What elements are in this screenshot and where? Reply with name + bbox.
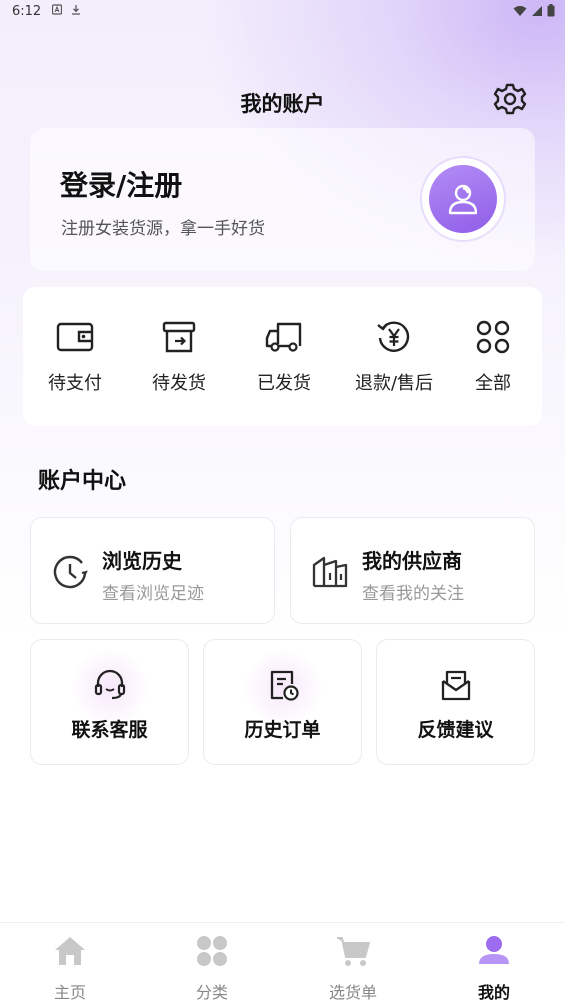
notification-a-icon bbox=[52, 4, 62, 15]
category-icon bbox=[197, 936, 227, 966]
nav-category[interactable]: 分类 bbox=[162, 933, 262, 1003]
settings-button[interactable] bbox=[491, 80, 529, 118]
order-history-card[interactable]: 历史订单 bbox=[203, 639, 362, 765]
headset-icon bbox=[94, 669, 126, 700]
order-label: 全部 bbox=[475, 373, 511, 394]
login-title[interactable]: 登录/注册 bbox=[60, 164, 182, 204]
signal-icon bbox=[532, 5, 542, 16]
feedback-card[interactable]: 反馈建议 bbox=[376, 639, 535, 765]
login-subtitle: 注册女装货源，拿一手好货 bbox=[61, 219, 265, 239]
refund-icon bbox=[377, 321, 410, 352]
download-icon bbox=[72, 5, 80, 15]
my-suppliers-card[interactable]: 我的供应商 查看我的关注 bbox=[290, 517, 535, 624]
card-label: 反馈建议 bbox=[417, 719, 494, 741]
nav-home[interactable]: 主页 bbox=[20, 933, 120, 1003]
status-bar: 6:12 bbox=[0, 0, 565, 24]
nav-profile[interactable]: 我的 bbox=[444, 933, 544, 1003]
order-refund[interactable]: 退款/售后 bbox=[344, 317, 444, 395]
card-subtitle: 查看我的关注 bbox=[362, 584, 464, 604]
login-card[interactable]: 登录/注册 注册女装货源，拿一手好货 bbox=[30, 128, 535, 271]
cart-icon bbox=[337, 937, 370, 966]
user-avatar-icon bbox=[448, 184, 478, 215]
user-icon bbox=[479, 936, 509, 964]
browse-history-card[interactable]: 浏览历史 查看浏览足迹 bbox=[30, 517, 275, 624]
order-all[interactable]: 全部 bbox=[443, 317, 543, 395]
card-title: 我的供应商 bbox=[362, 549, 462, 573]
avatar[interactable] bbox=[422, 158, 504, 240]
home-icon bbox=[55, 937, 85, 965]
customer-service-card[interactable]: 联系客服 bbox=[30, 639, 189, 765]
truck-icon bbox=[265, 322, 302, 352]
bottom-nav: 主页 分类 选货单 我的 bbox=[0, 922, 565, 1004]
gear-icon bbox=[493, 83, 527, 115]
card-label: 联系客服 bbox=[71, 719, 148, 741]
orders-card: 待支付 待发货 已发货 退款/售后 全部 bbox=[23, 287, 542, 426]
order-history-icon bbox=[270, 670, 299, 701]
order-label: 退款/售后 bbox=[354, 373, 434, 394]
avatar-circle bbox=[429, 165, 497, 233]
order-pending-shipment[interactable]: 待发货 bbox=[129, 317, 229, 395]
wallet-icon bbox=[56, 322, 94, 352]
clock-icon bbox=[53, 555, 88, 589]
section-title: 账户中心 bbox=[38, 469, 127, 494]
order-label: 待支付 bbox=[48, 373, 102, 394]
nav-label: 我的 bbox=[477, 983, 510, 1002]
wifi-icon bbox=[513, 5, 527, 16]
order-pending-payment[interactable]: 待支付 bbox=[25, 317, 125, 395]
card-subtitle: 查看浏览足迹 bbox=[102, 584, 204, 604]
feedback-icon bbox=[441, 670, 471, 701]
order-shipped[interactable]: 已发货 bbox=[234, 317, 334, 395]
nav-cart[interactable]: 选货单 bbox=[303, 933, 403, 1003]
card-label: 历史订单 bbox=[244, 719, 321, 741]
box-icon bbox=[162, 321, 196, 353]
card-title: 浏览历史 bbox=[102, 549, 182, 573]
nav-label: 选货单 bbox=[328, 983, 377, 1002]
store-icon bbox=[312, 556, 348, 588]
order-label: 待发货 bbox=[152, 373, 206, 394]
battery-icon bbox=[547, 4, 555, 17]
order-label: 已发货 bbox=[257, 373, 311, 394]
grid-icon bbox=[476, 320, 510, 354]
status-time: 6:12 bbox=[12, 4, 42, 19]
nav-label: 主页 bbox=[53, 983, 86, 1002]
nav-label: 分类 bbox=[195, 983, 228, 1002]
page-title: 我的账户 bbox=[240, 92, 325, 116]
